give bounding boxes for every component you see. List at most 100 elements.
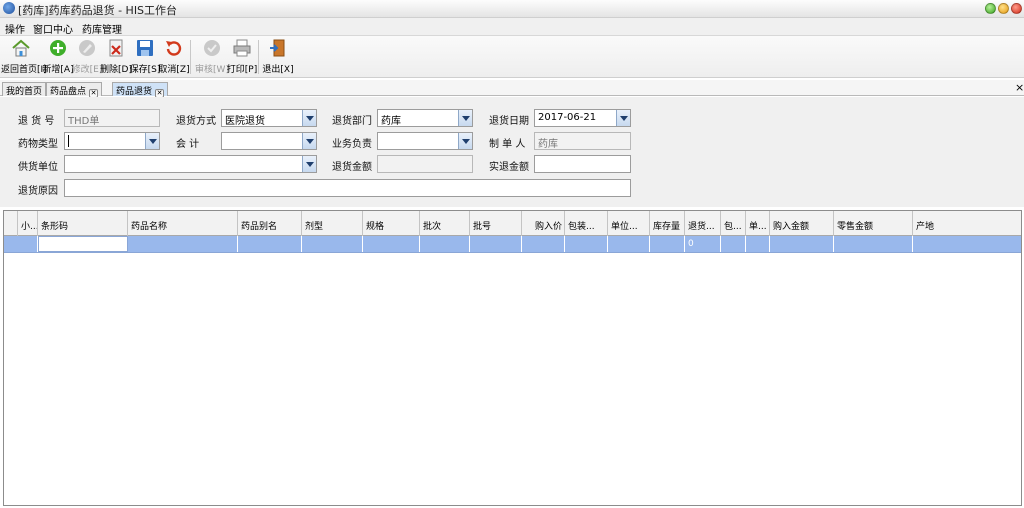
column-header[interactable]: 包装... — [565, 211, 608, 236]
reason-field[interactable] — [64, 179, 631, 197]
return-amount-label: 退货金额 — [332, 162, 372, 173]
chevron-down-icon[interactable] — [302, 110, 316, 126]
chevron-down-icon[interactable] — [458, 133, 472, 149]
document-tab-strip: 我的首页 药品盘点 ✕ 药品退货 ✕ × — [0, 80, 1024, 98]
chevron-down-icon[interactable] — [458, 110, 472, 126]
cancel-button[interactable]: 取消[Z] — [154, 38, 194, 76]
home-button[interactable]: 返回首页[I] — [1, 38, 47, 76]
table-cell[interactable] — [363, 236, 420, 252]
table-cell[interactable] — [721, 236, 746, 252]
operator-label: 制 单 人 — [489, 139, 526, 150]
table-cell[interactable] — [565, 236, 608, 252]
menu-operation[interactable]: 操作 — [5, 21, 25, 36]
tab-my-home[interactable]: 我的首页 — [2, 82, 47, 97]
minimize-button[interactable] — [985, 3, 996, 14]
table-cell[interactable] — [420, 236, 470, 252]
return-method-label: 退货方式 — [176, 116, 216, 127]
actual-amount-label: 实退金额 — [489, 162, 529, 173]
close-all-tabs-icon[interactable]: × — [1015, 81, 1024, 94]
column-header[interactable]: 库存量 — [650, 211, 685, 236]
column-header[interactable]: 剂型 — [302, 211, 363, 236]
table-cell[interactable] — [238, 236, 302, 252]
supplier-select[interactable] — [64, 155, 317, 173]
table-cell[interactable] — [913, 236, 1021, 252]
return-method-select[interactable]: 医院退货 — [221, 109, 317, 127]
business-owner-select[interactable] — [377, 132, 473, 150]
chevron-down-icon[interactable] — [145, 133, 159, 149]
column-header[interactable]: 批次 — [420, 211, 470, 236]
accounting-label: 会 计 — [176, 139, 200, 150]
table-cell[interactable] — [470, 236, 522, 252]
table-cell[interactable] — [522, 236, 565, 252]
toolbar-separator — [190, 40, 191, 74]
return-qty-cell[interactable]: 0 — [685, 236, 721, 252]
table-cell[interactable] — [834, 236, 913, 252]
chevron-down-icon[interactable] — [616, 110, 630, 126]
table-cell[interactable] — [608, 236, 650, 252]
chevron-down-icon[interactable] — [302, 156, 316, 172]
column-header[interactable]: 单... — [746, 211, 770, 236]
column-header[interactable]: 包... — [721, 211, 746, 236]
operator-field: 药库 — [534, 132, 631, 150]
business-owner-label: 业务负责 — [332, 139, 372, 150]
print-button[interactable]: 打印[P] — [222, 38, 262, 76]
column-header[interactable]: 小... — [18, 211, 38, 236]
menu-bar: 操作 窗口中心 药库管理 — [0, 18, 1024, 36]
toolbar: 返回首页[I] 新增[A] 修改[E] 删除[D] 保存[S] 取消[Z] 审核… — [0, 36, 1024, 78]
print-icon — [233, 39, 251, 57]
table-row[interactable]: 0 — [4, 236, 1021, 253]
item-type-label: 药物类型 — [18, 139, 58, 150]
return-header-form: 退 货 号 THD单 退货方式 医院退货 退货部门 药库 退货日期 2017-0… — [0, 97, 1024, 207]
column-header[interactable]: 退货... — [685, 211, 721, 236]
row-header-corner — [4, 211, 18, 236]
tab-drug-inventory[interactable]: 药品盘点 ✕ — [46, 82, 103, 98]
barcode-cell-editor[interactable] — [38, 236, 128, 252]
reason-label: 退货原因 — [18, 186, 58, 197]
close-window-button[interactable] — [1011, 3, 1022, 14]
column-header[interactable]: 零售金额 — [834, 211, 913, 236]
actual-amount-field[interactable] — [534, 155, 631, 173]
column-header[interactable]: 购入金额 — [770, 211, 834, 236]
return-date-label: 退货日期 — [489, 116, 529, 127]
delete-icon — [109, 39, 123, 57]
return-no-label: 退 货 号 — [18, 116, 55, 127]
column-header[interactable]: 条形码 — [38, 211, 128, 236]
approve-icon — [204, 40, 220, 56]
table-cell[interactable] — [302, 236, 363, 252]
menu-window-center[interactable]: 窗口中心 — [33, 21, 73, 36]
accounting-select[interactable] — [221, 132, 317, 150]
add-icon — [50, 40, 66, 56]
title-bar: [药库]药库药品退货 - HIS工作台 — [0, 0, 1024, 18]
return-no-field: THD单 — [64, 109, 160, 127]
return-amount-field — [377, 155, 473, 173]
tab-drug-return[interactable]: 药品退货 ✕ — [112, 82, 169, 98]
column-header[interactable]: 药品名称 — [128, 211, 238, 236]
supplier-label: 供货单位 — [18, 162, 58, 173]
table-cell[interactable] — [746, 236, 770, 252]
return-items-grid[interactable]: 小... 条形码 药品名称 药品别名 剂型 规格 批次 批号 购入价 包装...… — [3, 210, 1022, 506]
menu-pharmacy-management[interactable]: 药库管理 — [82, 21, 122, 36]
return-dept-select[interactable]: 药库 — [377, 109, 473, 127]
table-cell[interactable] — [650, 236, 685, 252]
chevron-down-icon[interactable] — [302, 133, 316, 149]
exit-icon — [270, 39, 285, 57]
undo-icon — [166, 41, 182, 56]
item-type-select[interactable] — [64, 132, 160, 150]
app-logo-icon — [3, 2, 15, 14]
column-header[interactable]: 批号 — [470, 211, 522, 236]
exit-button[interactable]: 退出[X] — [258, 38, 298, 76]
table-cell[interactable] — [128, 236, 238, 252]
save-icon — [137, 40, 153, 56]
table-cell[interactable] — [770, 236, 834, 252]
grid-header: 小... 条形码 药品名称 药品别名 剂型 规格 批次 批号 购入价 包装...… — [4, 211, 1021, 236]
column-header[interactable]: 单位... — [608, 211, 650, 236]
column-header[interactable]: 药品别名 — [238, 211, 302, 236]
column-header[interactable]: 规格 — [363, 211, 420, 236]
column-header[interactable]: 购入价 — [522, 211, 565, 236]
column-header[interactable]: 产地 — [913, 211, 1021, 236]
table-cell[interactable] — [18, 236, 38, 252]
return-date-picker[interactable]: 2017-06-21 — [534, 109, 631, 127]
edit-icon — [79, 40, 95, 56]
maximize-button[interactable] — [998, 3, 1009, 14]
home-icon — [12, 39, 30, 57]
